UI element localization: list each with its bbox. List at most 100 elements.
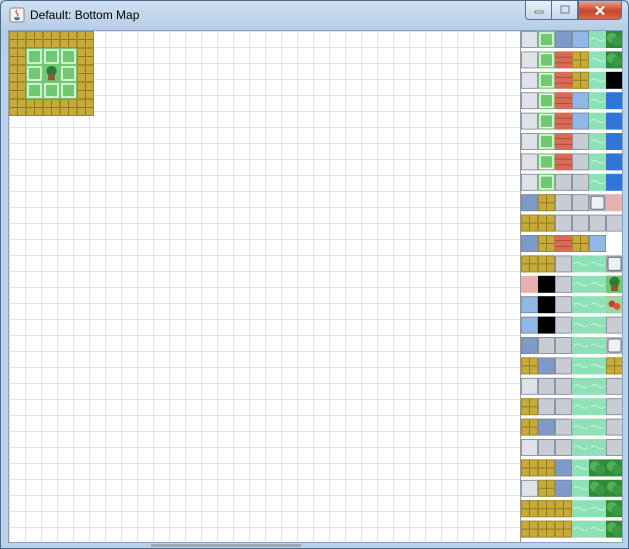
water-light-tile[interactable] xyxy=(589,357,606,375)
water-light-tile[interactable] xyxy=(572,500,589,518)
floor-gold-tile[interactable] xyxy=(26,99,43,116)
sign-pink-tile[interactable] xyxy=(606,194,623,212)
water-light-tile[interactable] xyxy=(572,275,589,293)
water-light-tile[interactable] xyxy=(589,377,606,395)
water-light-tile[interactable] xyxy=(589,255,606,273)
floor-blue-tile[interactable] xyxy=(521,316,538,334)
void-black-tile[interactable] xyxy=(538,316,555,334)
water-light-tile[interactable] xyxy=(572,520,589,538)
roof-red-tile[interactable] xyxy=(555,92,572,110)
counter-blue-tile[interactable] xyxy=(521,194,538,212)
floor-gray-tile[interactable] xyxy=(555,214,572,232)
mat-green-tile[interactable] xyxy=(26,48,43,65)
floor-gold-tile[interactable] xyxy=(538,235,555,252)
floor-blue-tile[interactable] xyxy=(572,92,589,110)
mat-green-tile[interactable] xyxy=(538,153,555,171)
water-light-tile[interactable] xyxy=(589,133,606,150)
map-grid-canvas[interactable] xyxy=(9,31,521,542)
wall-gray-tile[interactable] xyxy=(521,377,538,395)
wall-gray-tile[interactable] xyxy=(521,31,538,48)
water-light-tile[interactable] xyxy=(572,418,589,436)
floor-gray-tile[interactable] xyxy=(555,398,572,416)
floor-gold-tile[interactable] xyxy=(521,398,538,416)
floor-gray-tile[interactable] xyxy=(555,173,572,191)
water-light-tile[interactable] xyxy=(589,296,606,314)
mat-green-tile[interactable] xyxy=(60,48,77,65)
roof-red-tile[interactable] xyxy=(555,71,572,89)
floor-gray-tile[interactable] xyxy=(555,418,572,436)
floor-gold-tile[interactable] xyxy=(555,500,572,518)
floor-gray-tile[interactable] xyxy=(555,255,572,273)
roof-red-tile[interactable] xyxy=(555,133,572,150)
water-light-tile[interactable] xyxy=(589,153,606,171)
title-bar[interactable]: Default: Bottom Map xyxy=(1,1,628,30)
floor-gray-tile[interactable] xyxy=(572,214,589,232)
floor-gold-tile[interactable] xyxy=(26,31,43,48)
floor-gold-tile[interactable] xyxy=(538,500,555,518)
mat-green-tile[interactable] xyxy=(60,65,77,82)
floor-gold-tile[interactable] xyxy=(538,255,555,273)
water-light-tile[interactable] xyxy=(572,337,589,354)
counter-blue-tile[interactable] xyxy=(521,235,538,252)
roof-red-tile[interactable] xyxy=(555,51,572,69)
floor-gray-tile[interactable] xyxy=(606,439,623,456)
tree-green-tile[interactable] xyxy=(606,31,623,48)
floor-blue-tile[interactable] xyxy=(572,112,589,130)
floor-gold-tile[interactable] xyxy=(43,99,60,116)
water-light-tile[interactable] xyxy=(572,316,589,334)
floor-gold-tile[interactable] xyxy=(521,214,538,232)
water-light-tile[interactable] xyxy=(572,255,589,273)
water-light-tile[interactable] xyxy=(589,71,606,89)
floor-gold-tile[interactable] xyxy=(538,194,555,212)
water-light-tile[interactable] xyxy=(589,500,606,518)
roof-red-tile[interactable] xyxy=(555,153,572,171)
blank-tile[interactable] xyxy=(606,235,623,252)
floor-gold-tile[interactable] xyxy=(538,479,555,497)
mat-green-tile[interactable] xyxy=(43,48,60,65)
tile-palette-grid[interactable] xyxy=(521,31,623,542)
floor-gray-tile[interactable] xyxy=(555,296,572,314)
sign-pink-tile[interactable] xyxy=(521,275,538,293)
mat-green-tile[interactable] xyxy=(26,82,43,99)
water-light-tile[interactable] xyxy=(589,520,606,538)
floor-gold-tile[interactable] xyxy=(521,500,538,518)
floor-gray-tile[interactable] xyxy=(589,214,606,232)
floor-gold-tile[interactable] xyxy=(521,520,538,538)
water-light-tile[interactable] xyxy=(589,112,606,130)
counter-blue-tile[interactable] xyxy=(555,459,572,477)
counter-blue-tile[interactable] xyxy=(538,357,555,375)
water-light-tile[interactable] xyxy=(572,377,589,395)
floor-gold-tile[interactable] xyxy=(9,48,26,65)
mat-green-tile[interactable] xyxy=(538,133,555,150)
wall-gray-tile[interactable] xyxy=(521,153,538,171)
machine-gray-tile[interactable] xyxy=(589,194,606,212)
mat-green-tile[interactable] xyxy=(538,173,555,191)
floor-gray-tile[interactable] xyxy=(555,357,572,375)
floor-gray-tile[interactable] xyxy=(606,418,623,436)
floor-gold-tile[interactable] xyxy=(538,459,555,477)
floor-gold-tile[interactable] xyxy=(521,418,538,436)
floor-gray-tile[interactable] xyxy=(538,439,555,456)
tree-green-tile[interactable] xyxy=(606,479,623,497)
water-light-tile[interactable] xyxy=(589,398,606,416)
floor-gray-tile[interactable] xyxy=(555,194,572,212)
tree-green-tile[interactable] xyxy=(589,479,606,497)
mat-green-tile[interactable] xyxy=(538,112,555,130)
tree-green-tile[interactable] xyxy=(606,51,623,69)
floor-gold-tile[interactable] xyxy=(9,31,26,48)
floor-gold-tile[interactable] xyxy=(538,214,555,232)
mat-green-tile[interactable] xyxy=(60,82,77,99)
water-light-tile[interactable] xyxy=(589,275,606,293)
floor-gray-tile[interactable] xyxy=(538,377,555,395)
water-light-tile[interactable] xyxy=(589,439,606,456)
floor-gray-tile[interactable] xyxy=(555,275,572,293)
tree-green-tile[interactable] xyxy=(589,459,606,477)
floor-gold-tile[interactable] xyxy=(77,31,94,48)
mat-green-tile[interactable] xyxy=(538,31,555,48)
floor-gold-tile[interactable] xyxy=(60,99,77,116)
floor-gray-tile[interactable] xyxy=(572,173,589,191)
floor-gold-tile[interactable] xyxy=(60,31,77,48)
wall-gray-tile[interactable] xyxy=(521,173,538,191)
counter-blue-tile[interactable] xyxy=(538,418,555,436)
floor-gold-tile[interactable] xyxy=(77,82,94,99)
